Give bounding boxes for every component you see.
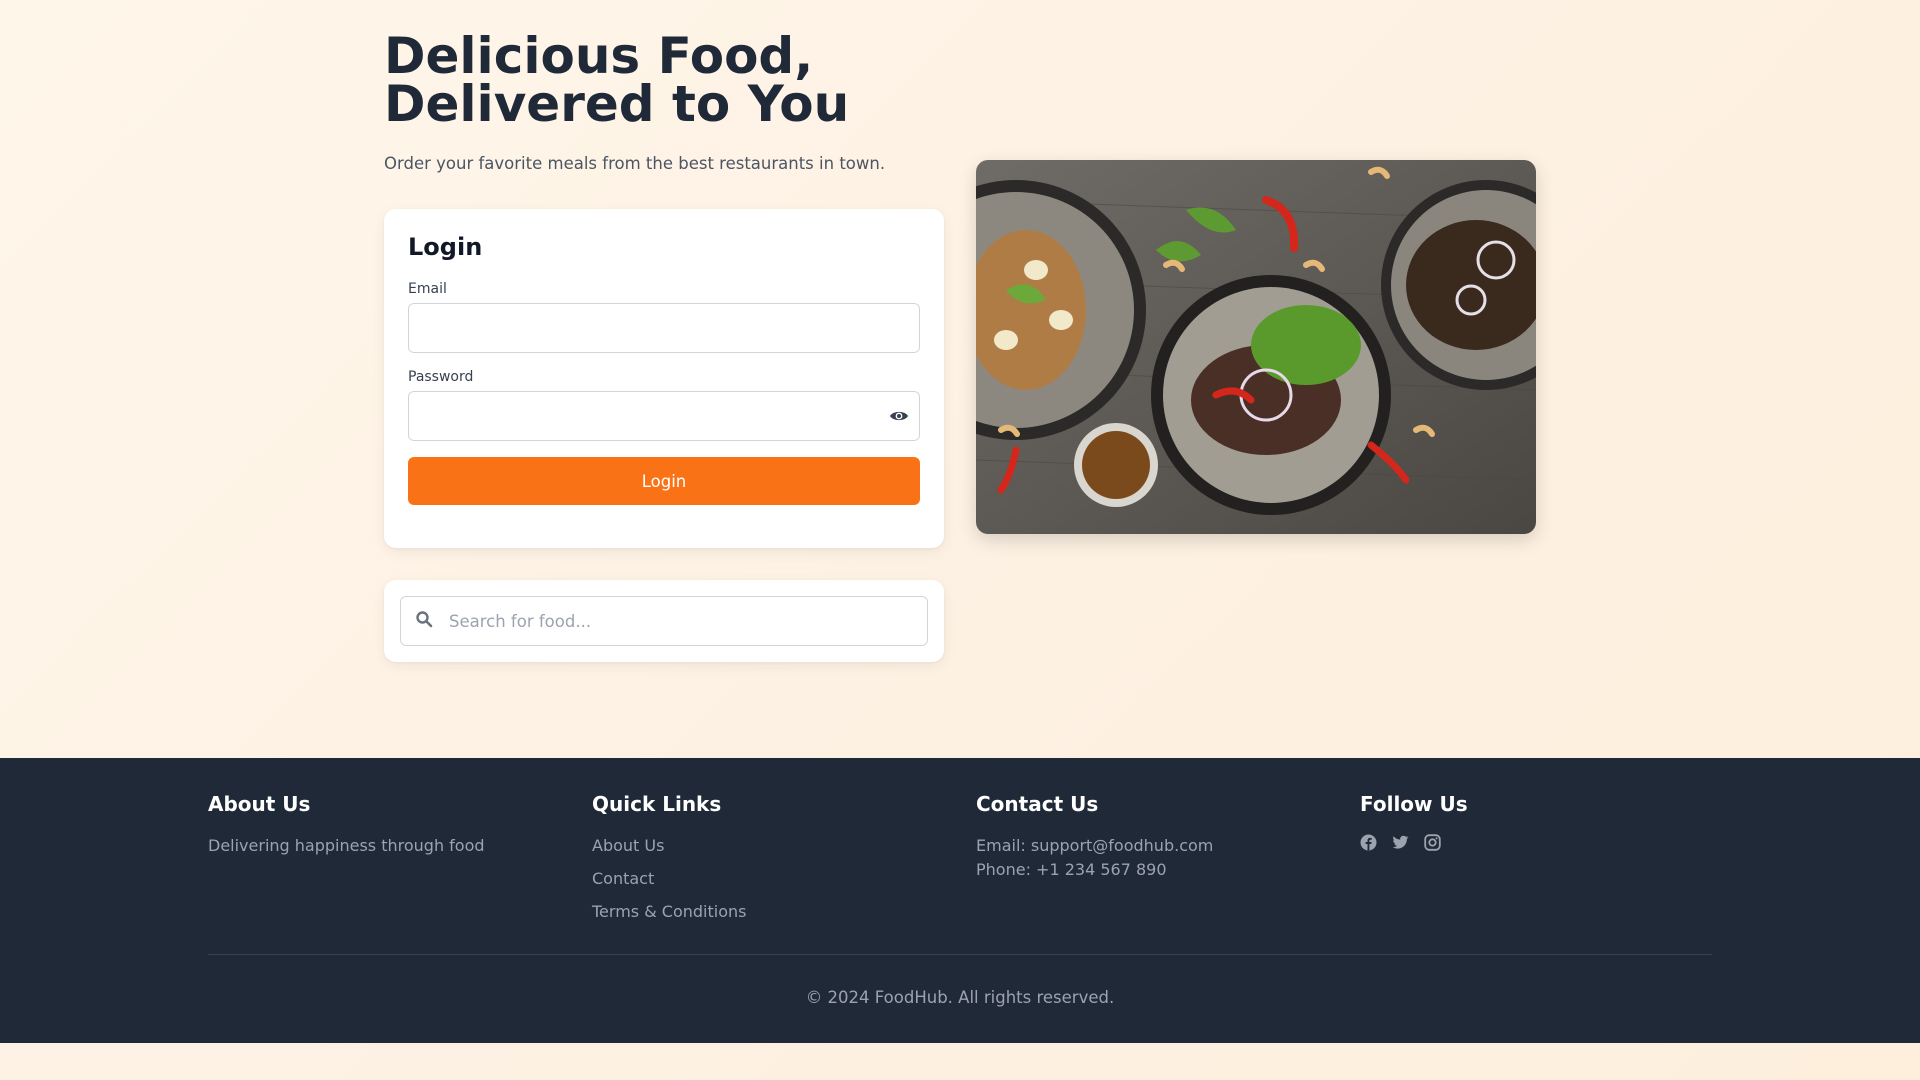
login-button[interactable]: Login <box>408 457 920 505</box>
footer-quick-links-heading: Quick Links <box>592 792 722 816</box>
footer-about: About Us Delivering happiness through fo… <box>208 792 568 855</box>
social-links <box>1360 834 1720 851</box>
page-subtitle: Order your favorite meals from the best … <box>384 154 886 173</box>
copyright-text: © 2024 FoodHub. All rights reserved. <box>805 988 1115 1007</box>
instagram-icon[interactable] <box>1424 834 1441 851</box>
food-image <box>976 160 1536 534</box>
hero-text: Delicious Food, Delivered to You Order y… <box>384 31 944 173</box>
email-label: Email <box>408 281 447 297</box>
footer-follow-heading: Follow Us <box>1360 792 1468 816</box>
footer-divider <box>208 954 1712 955</box>
search-placeholder: Search for food... <box>449 611 592 631</box>
eye-icon[interactable] <box>889 408 909 424</box>
footer-contact: Contact Us Email: support@foodhub.com Ph… <box>976 792 1336 882</box>
footer-contact-heading: Contact Us <box>976 792 1099 816</box>
title-line-2: Delivered to You <box>384 75 850 133</box>
password-label: Password <box>408 369 474 385</box>
footer-quick-links: Quick Links About Us Contact Terms & Con… <box>592 792 952 921</box>
footer-about-heading: About Us <box>208 792 311 816</box>
search-input[interactable]: Search for food... <box>400 596 928 646</box>
login-card: Login Email Password Login <box>384 209 944 548</box>
search-card: Search for food... <box>384 580 944 662</box>
facebook-icon[interactable] <box>1360 834 1377 851</box>
footer-follow: Follow Us <box>1360 792 1720 851</box>
twitter-icon[interactable] <box>1392 834 1409 851</box>
hero-section: Delicious Food, Delivered to You Order y… <box>0 0 1920 758</box>
footer-contact-phone: Phone: +1 234 567 890 <box>976 860 1167 879</box>
search-icon <box>415 610 433 632</box>
password-field[interactable] <box>408 391 920 441</box>
footer-link-about[interactable]: About Us <box>592 836 952 855</box>
email-field[interactable] <box>408 303 920 353</box>
footer-link-terms[interactable]: Terms & Conditions <box>592 902 952 921</box>
page-title: Delicious Food, Delivered to You <box>384 31 944 129</box>
footer-link-contact[interactable]: Contact <box>592 869 952 888</box>
login-title: Login <box>408 233 483 261</box>
footer-about-text: Delivering happiness through food <box>208 836 485 855</box>
footer-contact-email: Email: support@foodhub.com <box>976 836 1214 855</box>
site-footer: About Us Delivering happiness through fo… <box>0 758 1920 1043</box>
